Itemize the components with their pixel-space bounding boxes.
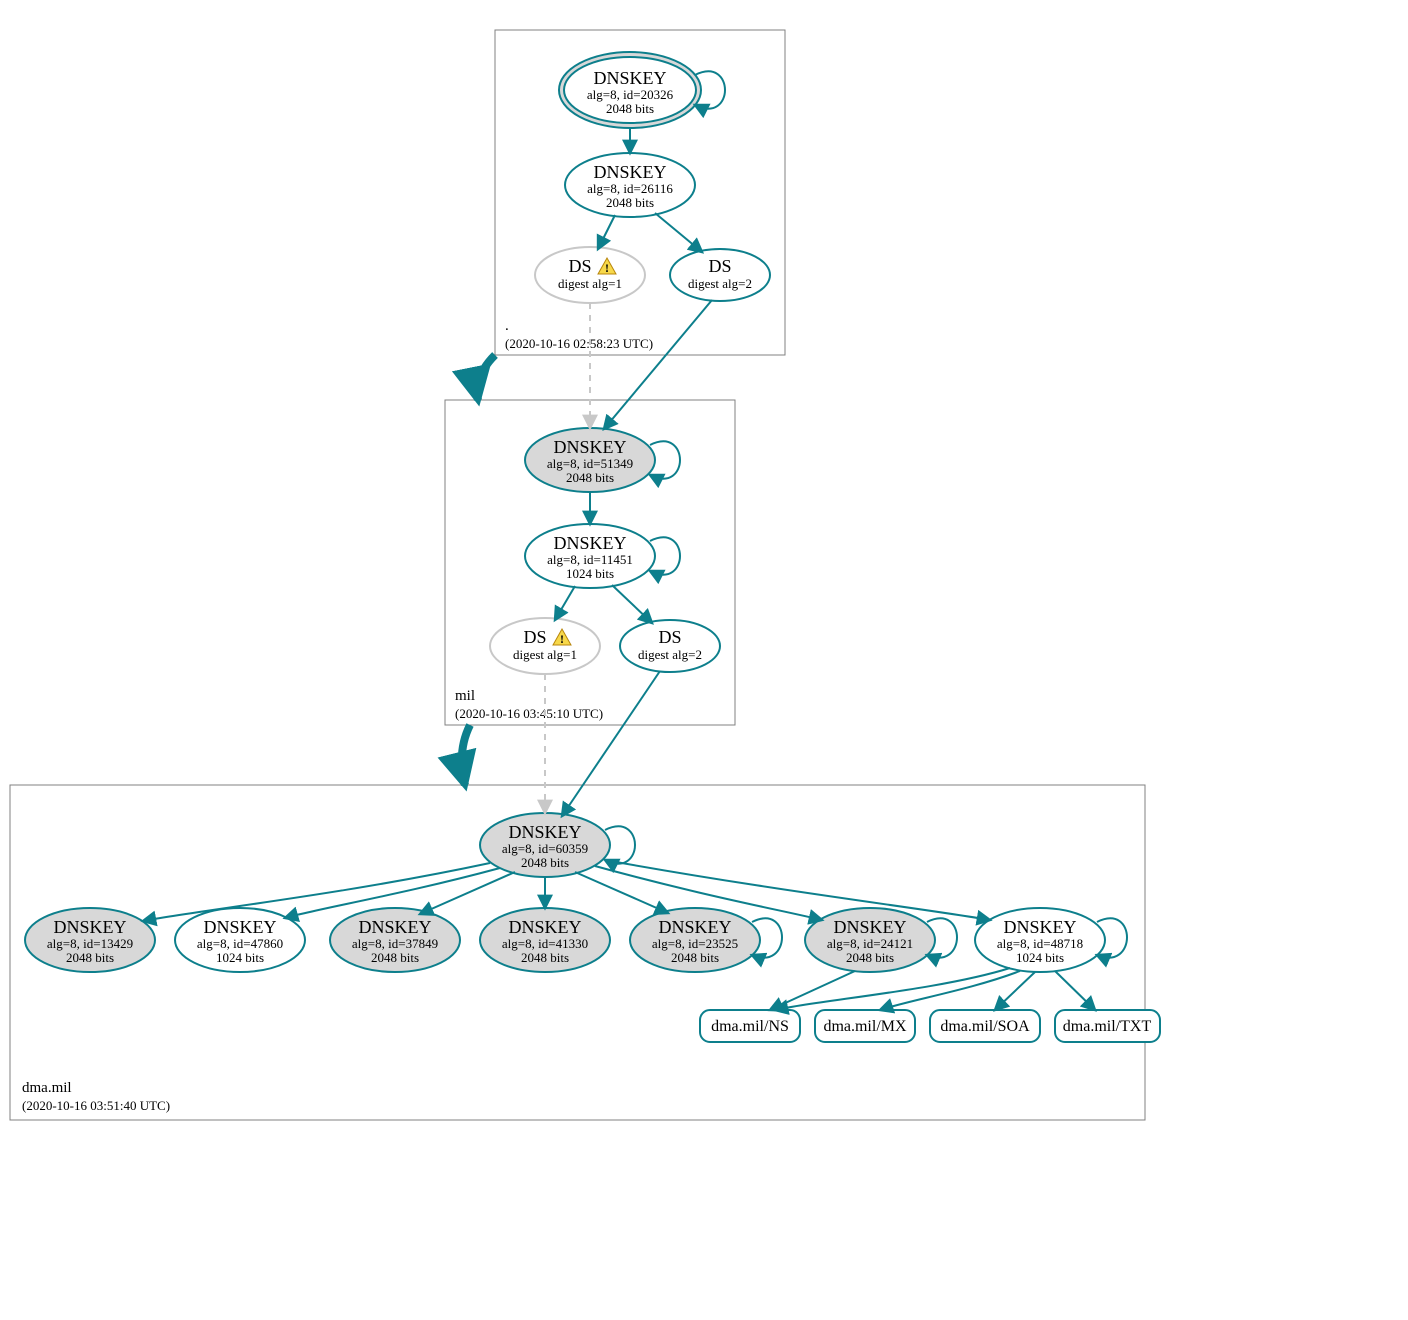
edge-milzsk-ds1 [555,586,575,620]
dnssec-diagram: . (2020-10-16 02:58:23 UTC) DNSKEY alg=8… [0,0,1408,1320]
svg-text:alg=8, id=13429: alg=8, id=13429 [47,936,133,951]
edge-milds2-dmaksk [562,671,660,816]
svg-text:(2020-10-16 03:51:40 UTC): (2020-10-16 03:51:40 UTC) [22,1098,170,1113]
edge-ds2-milksk [604,300,712,429]
node-mil-ds2: DS digest alg=2 [620,620,720,672]
svg-text:DNSKEY: DNSKEY [358,917,431,937]
svg-text:DNSKEY: DNSKEY [658,917,731,937]
svg-text:alg=8, id=11451: alg=8, id=11451 [547,552,633,567]
svg-text:DNSKEY: DNSKEY [53,917,126,937]
svg-text:DNSKEY: DNSKEY [553,533,626,553]
edge-rootzsk-ds1 [598,215,615,249]
svg-text:DNSKEY: DNSKEY [593,162,666,182]
rr-soa: dma.mil/SOA [930,1010,1040,1042]
svg-text:alg=8, id=24121: alg=8, id=24121 [827,936,913,951]
edge-k7-txt [1055,971,1095,1010]
svg-text:digest alg=2: digest alg=2 [688,276,752,291]
zone-mil-name: mil [455,688,475,704]
node-root-zsk: DNSKEY alg=8, id=26116 2048 bits [565,153,695,217]
svg-text:alg=8, id=23525: alg=8, id=23525 [652,936,738,951]
svg-text:digest alg=1: digest alg=1 [558,276,622,291]
edge-zone-root-mil [477,355,495,400]
edge-ksk-k1 [143,863,490,921]
node-mil-ksk: DNSKEY alg=8, id=51349 2048 bits [525,428,655,492]
edge-rootzsk-ds2 [655,213,702,252]
svg-text:DNSKEY: DNSKEY [553,437,626,457]
svg-text:!: ! [560,632,564,646]
node-root-ksk: DNSKEY alg=8, id=20326 2048 bits [559,52,701,128]
svg-text:alg=8, id=20326: alg=8, id=20326 [587,87,674,102]
svg-text:DNSKEY: DNSKEY [508,917,581,937]
svg-text:dma.mil/SOA: dma.mil/SOA [940,1018,1030,1035]
node-dma-k4: DNSKEY alg=8, id=41330 2048 bits [480,908,610,972]
svg-text:dma.mil/TXT: dma.mil/TXT [1063,1018,1152,1035]
svg-text:!: ! [605,261,609,275]
svg-text:digest alg=1: digest alg=1 [513,647,577,662]
node-mil-zsk: DNSKEY alg=8, id=11451 1024 bits [525,524,655,588]
edge-ksk-k3 [420,872,515,914]
svg-text:DNSKEY: DNSKEY [593,68,666,88]
svg-text:1024 bits: 1024 bits [216,950,264,965]
svg-text:DNSKEY: DNSKEY [1003,917,1076,937]
node-dma-k5: DNSKEY alg=8, id=23525 2048 bits [630,908,760,972]
svg-text:DS: DS [523,627,546,647]
svg-text:dma.mil/MX: dma.mil/MX [823,1018,907,1035]
svg-text:2048 bits: 2048 bits [846,950,894,965]
node-dma-k3: DNSKEY alg=8, id=37849 2048 bits [330,908,460,972]
node-root-ds1: DS ! digest alg=1 [535,247,645,303]
svg-text:2048 bits: 2048 bits [66,950,114,965]
svg-text:DS: DS [568,256,591,276]
zone-root-time: (2020-10-16 02:58:23 UTC) [505,336,653,351]
svg-text:(2020-10-16 03:45:10 UTC): (2020-10-16 03:45:10 UTC) [455,706,603,721]
svg-text:DS: DS [708,256,731,276]
edge-zone-mil-dma [462,725,470,785]
svg-text:alg=8, id=37849: alg=8, id=37849 [352,936,438,951]
edge-ksk-k5 [575,872,668,913]
node-dma-k6: DNSKEY alg=8, id=24121 2048 bits [805,908,935,972]
zone-root-name: . [505,318,509,334]
svg-text:dma.mil/NS: dma.mil/NS [711,1018,789,1035]
svg-text:digest alg=2: digest alg=2 [638,647,702,662]
svg-text:2048 bits: 2048 bits [606,195,654,210]
svg-text:2048 bits: 2048 bits [606,101,654,116]
svg-text:alg=8, id=41330: alg=8, id=41330 [502,936,588,951]
node-mil-ds1: DS ! digest alg=1 [490,618,600,674]
svg-text:alg=8, id=47860: alg=8, id=47860 [197,936,283,951]
svg-text:1024 bits: 1024 bits [1016,950,1064,965]
svg-text:2048 bits: 2048 bits [521,950,569,965]
edge-milzsk-ds2 [612,585,652,623]
edge-k7-ns [775,968,1010,1010]
svg-text:1024 bits: 1024 bits [566,566,614,581]
zone-dma-name: dma.mil [22,1080,72,1096]
svg-text:DNSKEY: DNSKEY [833,917,906,937]
svg-text:alg=8, id=60359: alg=8, id=60359 [502,841,588,856]
svg-text:DNSKEY: DNSKEY [508,822,581,842]
svg-text:alg=8, id=48718: alg=8, id=48718 [997,936,1083,951]
svg-text:alg=8, id=26116: alg=8, id=26116 [587,181,673,196]
rr-mx: dma.mil/MX [815,1010,915,1042]
svg-text:alg=8, id=51349: alg=8, id=51349 [547,456,633,471]
rr-txt: dma.mil/TXT [1055,1010,1160,1042]
svg-text:DNSKEY: DNSKEY [203,917,276,937]
svg-text:2048 bits: 2048 bits [521,855,569,870]
node-root-ds2: DS digest alg=2 [670,249,770,301]
rr-ns: dma.mil/NS [700,1010,800,1042]
svg-text:2048 bits: 2048 bits [566,470,614,485]
svg-text:DS: DS [658,627,681,647]
node-dma-k1: DNSKEY alg=8, id=13429 2048 bits [25,908,155,972]
node-dma-k7: DNSKEY alg=8, id=48718 1024 bits [975,908,1105,972]
svg-text:2048 bits: 2048 bits [671,950,719,965]
svg-text:2048 bits: 2048 bits [371,950,419,965]
